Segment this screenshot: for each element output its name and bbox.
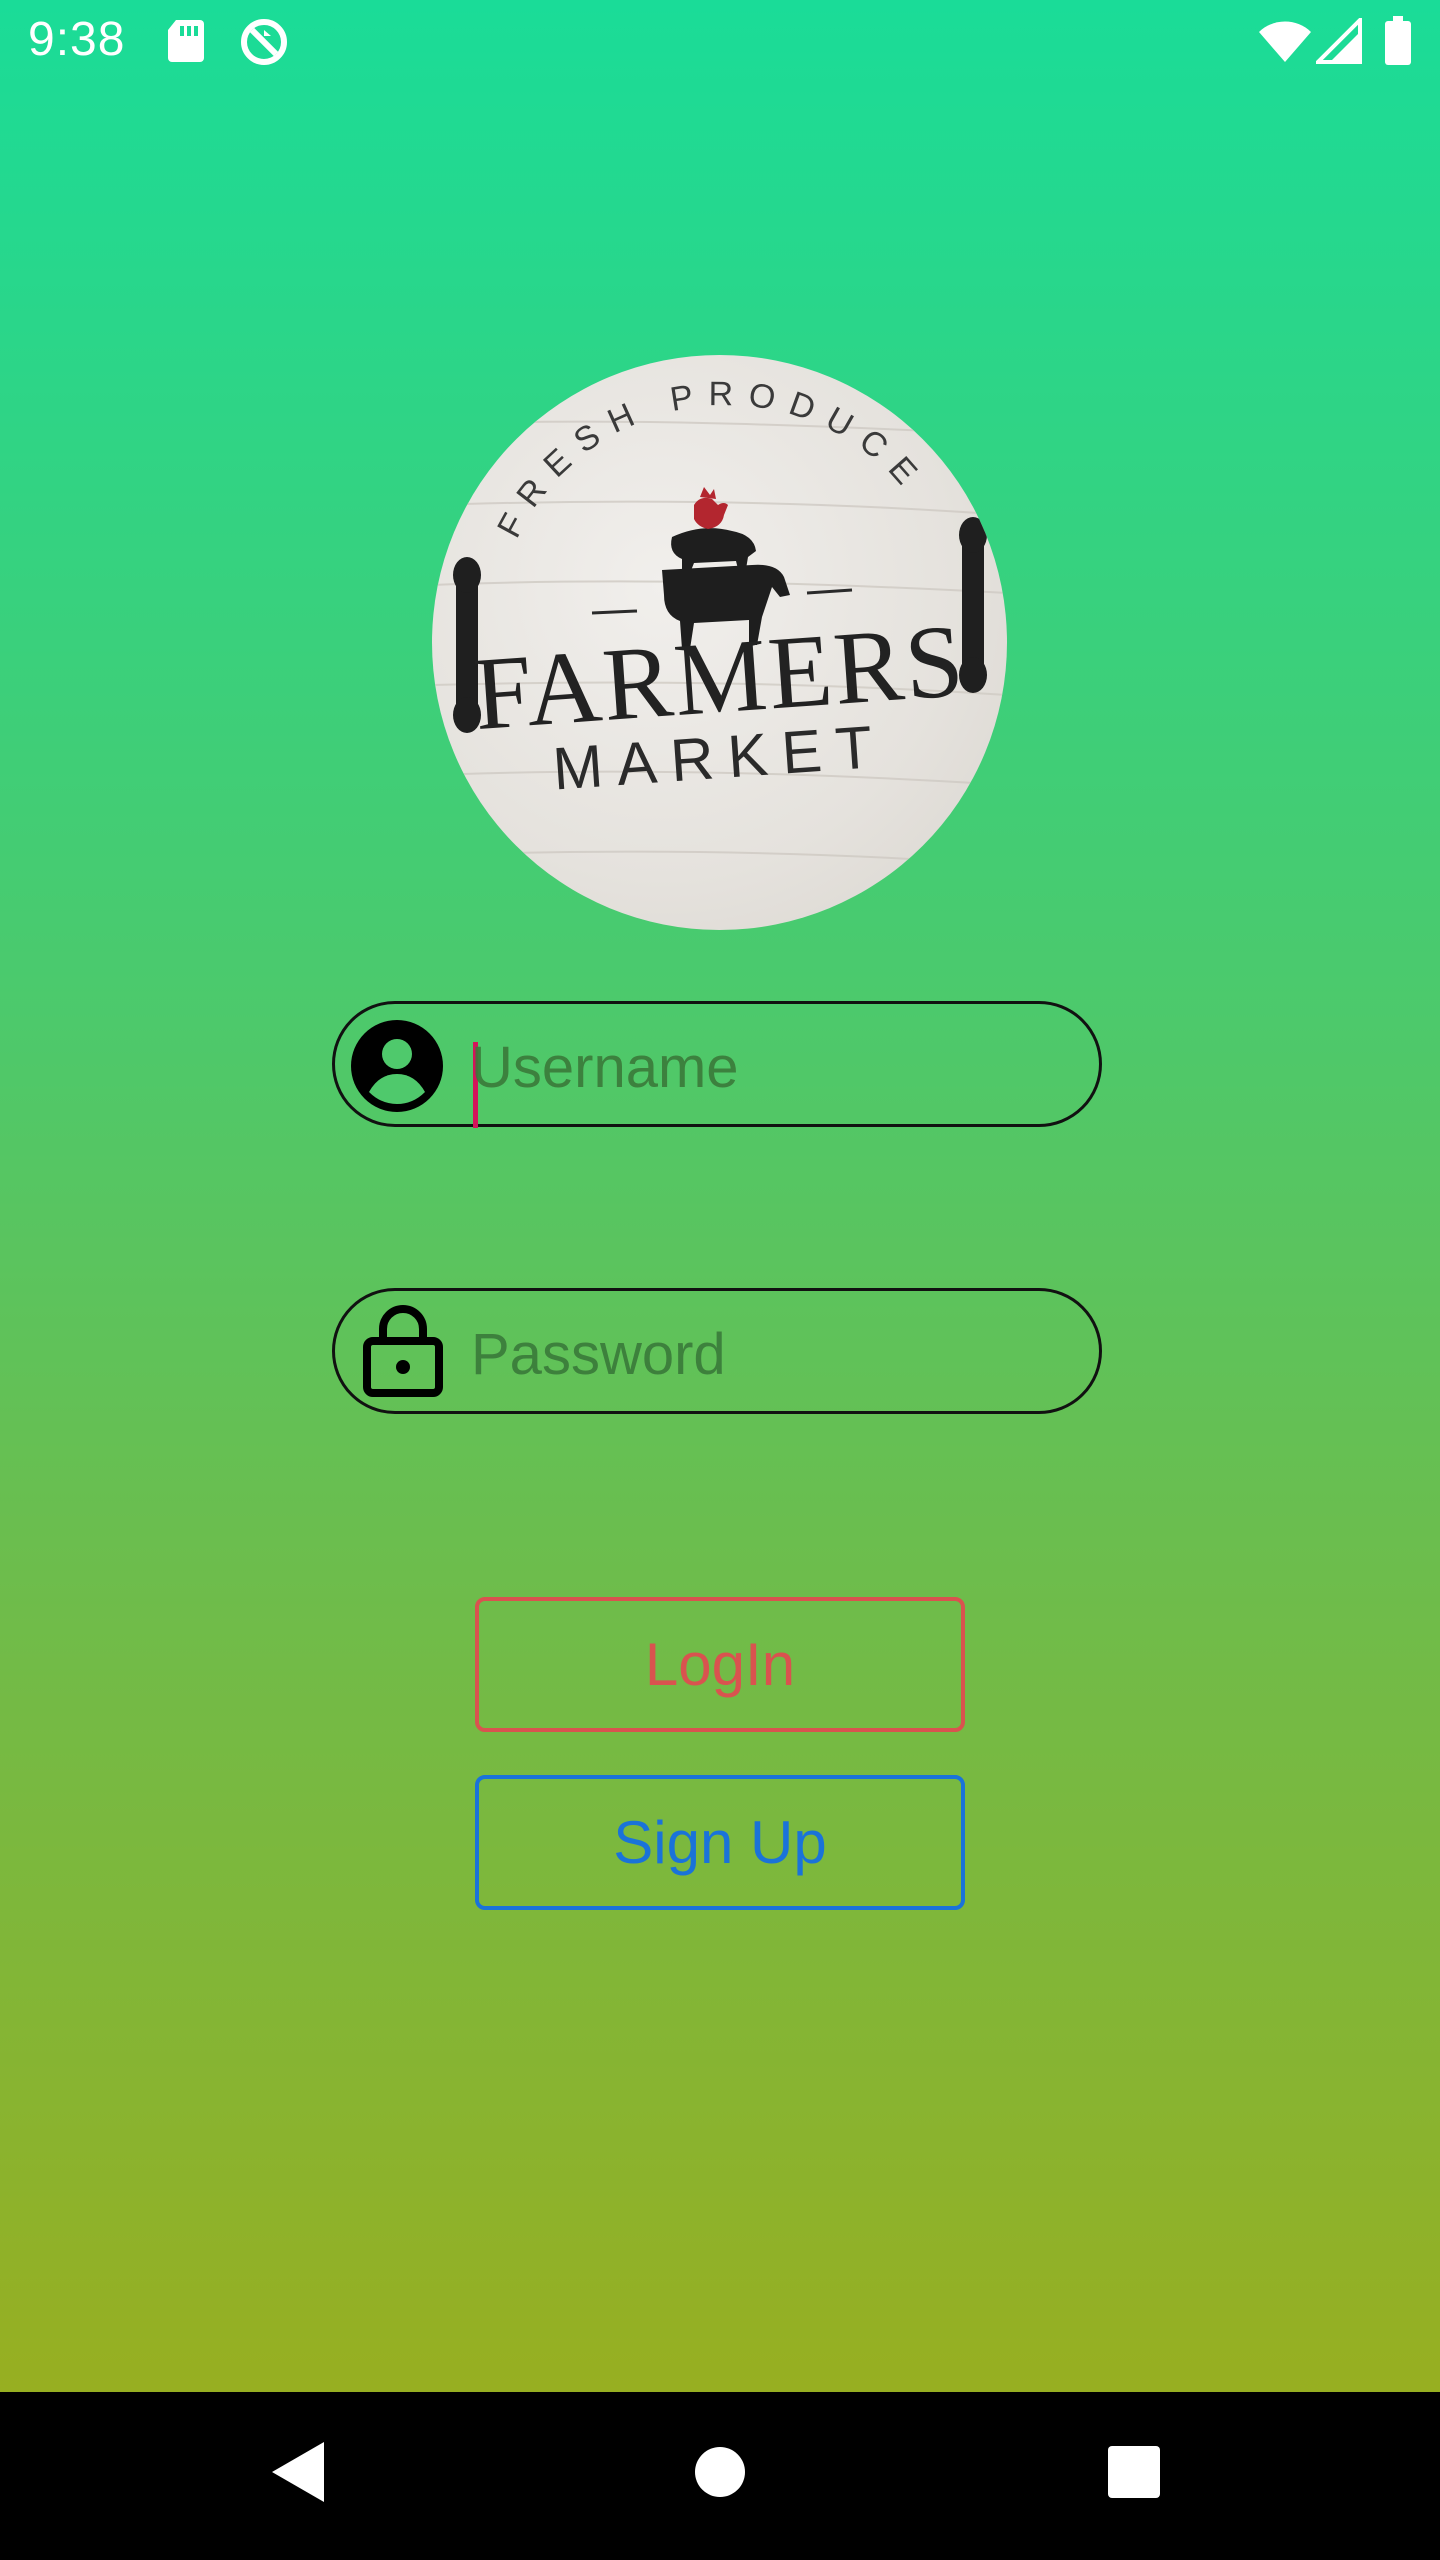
- cell-signal-icon: [1313, 15, 1362, 69]
- recents-icon[interactable]: [1108, 2446, 1160, 2503]
- home-icon[interactable]: [694, 2446, 746, 2503]
- navigation-bar: [0, 2392, 1440, 2560]
- account-circle-icon: [349, 1018, 445, 1119]
- sync-disabled-icon: [238, 16, 290, 73]
- login-screen: 9:38 FRESH PRODUCE FARMERS MARKET Userna…: [0, 0, 1440, 2560]
- farmers-market-logo: FRESH PRODUCE FARMERS MARKET: [432, 355, 1007, 930]
- wifi-icon: [1258, 20, 1312, 69]
- signup-button[interactable]: Sign Up: [475, 1775, 965, 1910]
- status-bar: 9:38: [0, 0, 1440, 84]
- username-input[interactable]: [471, 1022, 1071, 1112]
- username-field[interactable]: [332, 1001, 1102, 1128]
- password-field[interactable]: [332, 1288, 1102, 1414]
- password-input[interactable]: [471, 1309, 1071, 1399]
- back-icon[interactable]: [270, 2440, 326, 2509]
- battery-icon: [1384, 16, 1412, 71]
- status-time: 9:38: [28, 13, 126, 66]
- login-button[interactable]: LogIn: [475, 1597, 965, 1732]
- sd-card-icon: [166, 18, 206, 69]
- lock-icon: [363, 1305, 443, 1402]
